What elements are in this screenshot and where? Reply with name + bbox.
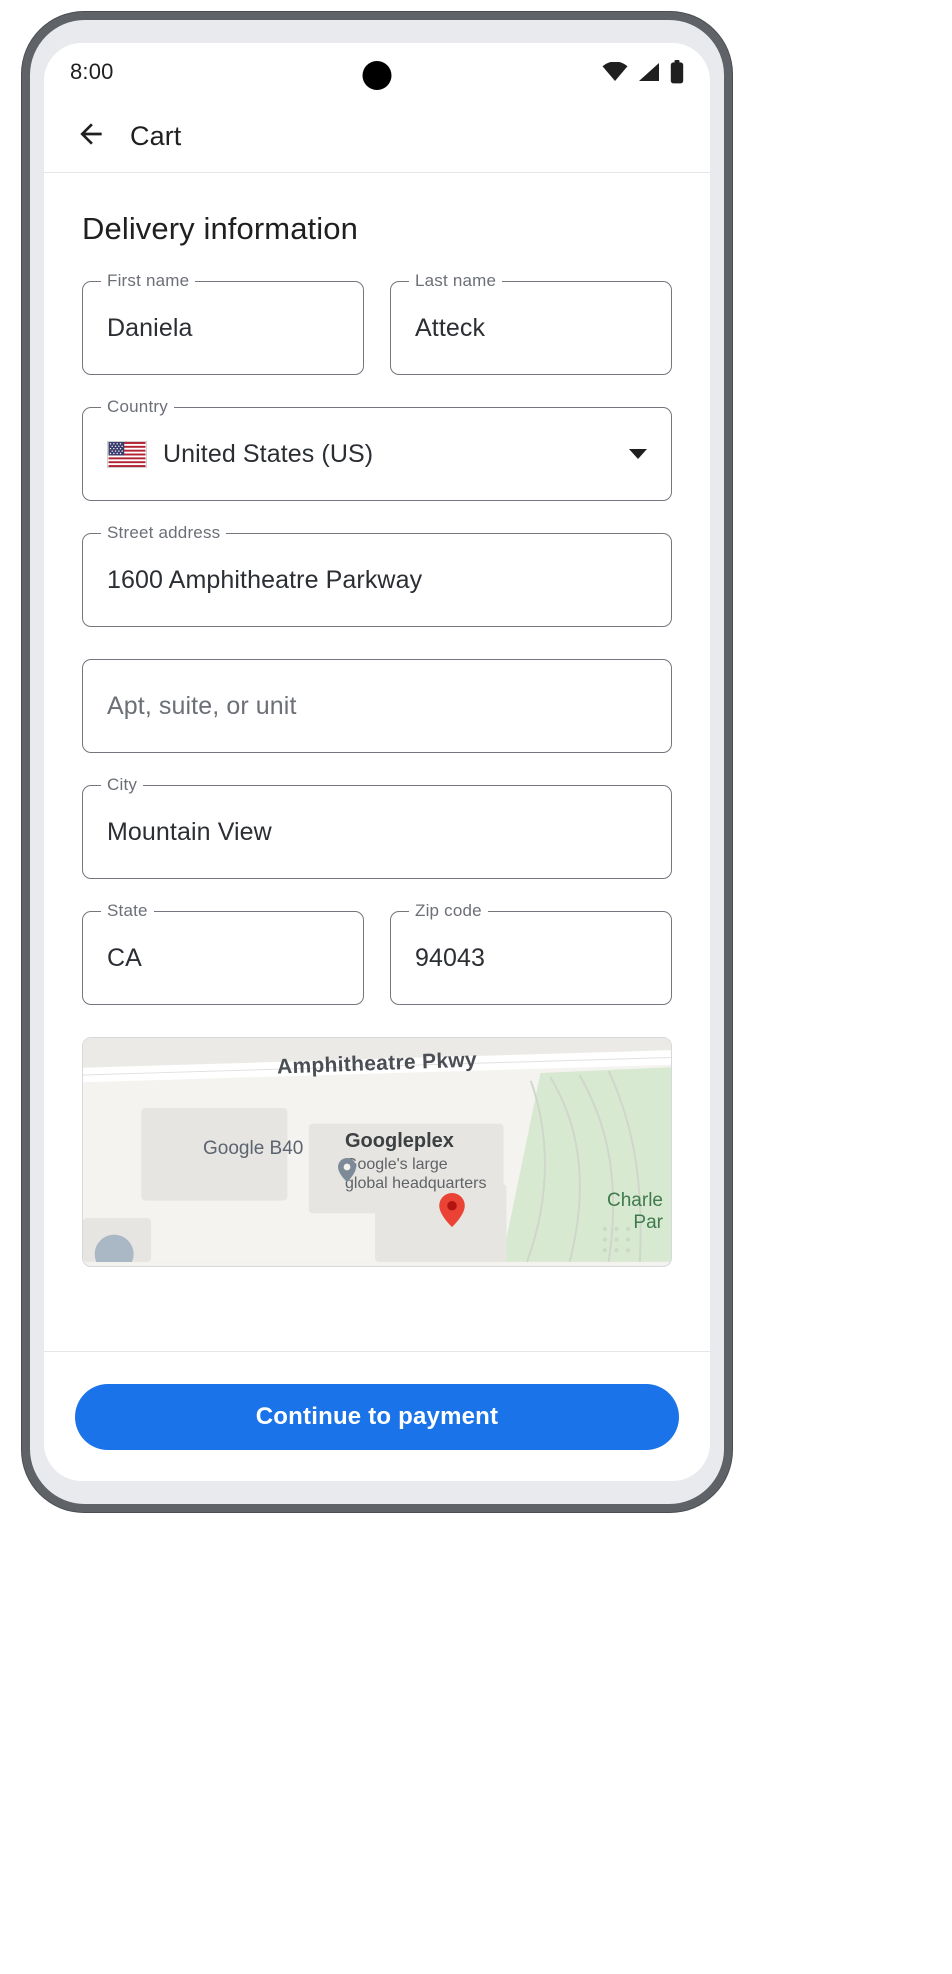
phone-frame: 8:00 Cart Delivery information Daniela F… [22,12,732,1512]
map-pin-primary-icon [435,1193,469,1227]
apt-suite-unit-placeholder: Apt, suite, or unit [107,691,297,720]
street-address-value: 1600 Amphitheatre Parkway [107,565,423,594]
apt-suite-unit-field[interactable]: Apt, suite, or unit [82,659,672,753]
first-name-label: First name [101,270,196,291]
last-name-field[interactable]: Atteck Last name [390,270,672,375]
zip-code-value: 94043 [415,943,486,972]
street-address-label: Street address [101,522,227,543]
city-label: City [101,774,144,795]
map-pin-secondary-icon [335,1158,359,1182]
address-map-preview[interactable]: Amphitheatre Pkwy Google B40 Googleplex … [82,1037,672,1267]
front-camera-cutout [362,61,392,90]
status-time: 8:00 [70,59,114,84]
last-name-value: Atteck [415,313,486,342]
state-zip-row: CA State 94043 Zip code [82,900,672,1037]
country-value: United States (US) [163,439,374,468]
city-value: Mountain View [107,817,272,846]
section-title: Delivery information [82,211,358,246]
phone-screen: 8:00 Cart Delivery information Daniela F… [44,43,710,1481]
chevron-down-icon[interactable] [629,449,647,459]
back-button[interactable] [68,114,114,160]
country-select[interactable]: United States (US) Country [82,396,672,501]
wifi-icon [602,62,628,82]
street-address-field[interactable]: 1600 Amphitheatre Parkway Street address [82,522,672,627]
cellular-signal-icon [637,62,661,82]
app-bar: Cart [44,101,710,173]
us-flag-icon [107,440,147,468]
map-graphic [83,1038,671,1262]
bottom-action-bar: Continue to payment [44,1351,710,1481]
zip-code-field[interactable]: 94043 Zip code [390,900,672,1005]
arrow-back-icon [75,118,107,155]
status-bar: 8:00 [44,43,710,101]
delivery-form-scroll[interactable]: Delivery information Daniela First name … [44,173,710,1358]
state-field[interactable]: CA State [82,900,364,1005]
first-name-field[interactable]: Daniela First name [82,270,364,375]
battery-icon [670,60,684,84]
city-field[interactable]: Mountain View City [82,774,672,879]
first-name-value: Daniela [107,313,193,342]
last-name-label: Last name [409,270,503,291]
state-label: State [101,900,154,921]
phone-bezel: 8:00 Cart Delivery information Daniela F… [30,20,724,1504]
state-value: CA [107,943,142,972]
page-title: Cart [130,121,182,151]
continue-to-payment-button[interactable]: Continue to payment [75,1383,679,1450]
status-icon-group [602,60,684,84]
zip-code-label: Zip code [409,900,488,921]
name-row: Daniela First name Atteck Last name [82,270,672,407]
country-label: Country [101,396,174,417]
